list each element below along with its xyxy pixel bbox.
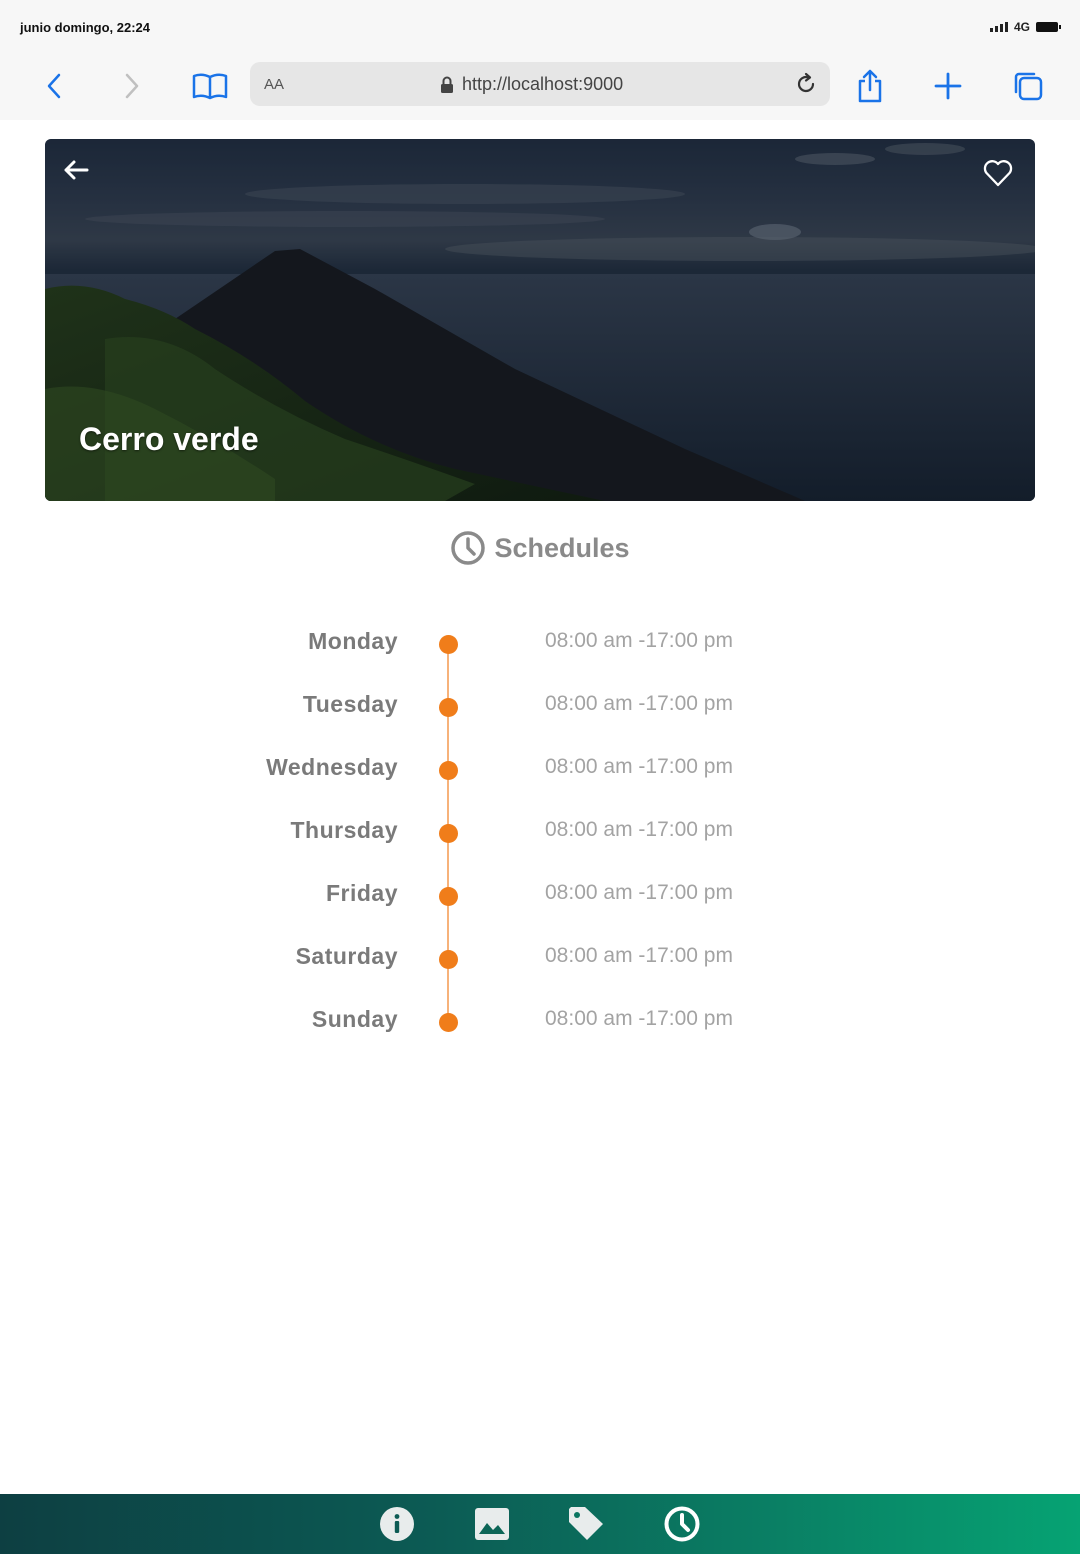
hero-image: Cerro verde [45,139,1035,501]
timeline-dot [439,761,458,780]
signal-icon [989,22,1008,32]
text-size-button[interactable]: AA [264,76,284,93]
share-button[interactable] [848,64,892,108]
timeline-dot [439,887,458,906]
heart-icon [983,160,1013,187]
nav-gallery-button[interactable] [472,1504,512,1544]
day-label: Saturday [295,943,398,969]
back-button[interactable] [32,64,76,108]
tag-icon [569,1507,603,1540]
hours-label: 08:00 am -17:00 pm [545,881,733,904]
schedule-row-monday: Monday 08:00 am -17:00 pm [0,614,1080,677]
reload-icon [797,72,815,93]
hours-label: 08:00 am -17:00 pm [545,692,733,715]
tabs-button[interactable] [1006,64,1050,108]
nav-tags-button[interactable] [567,1504,607,1544]
status-indicators: 4G [989,20,1061,34]
battery-icon [1036,22,1061,32]
forward-button[interactable] [110,64,154,108]
info-icon [380,1507,414,1541]
bottom-nav [0,1494,1080,1554]
hours-label: 08:00 am -17:00 pm [545,818,733,841]
schedule-row-friday: Friday 08:00 am -17:00 pm [0,866,1080,929]
url-text: http://localhost:9000 [462,74,624,94]
day-label: Monday [308,628,398,654]
lock-icon [441,76,453,93]
image-icon [475,1508,509,1540]
schedule-row-thursday: Thursday 08:00 am -17:00 pm [0,803,1080,866]
status-time: junio domingo, 22:24 [20,20,151,35]
timeline-dot [439,824,458,843]
place-title: Cerro verde [79,421,259,457]
arrow-left-icon [64,160,89,180]
favorite-button[interactable] [983,159,1019,195]
day-label: Sunday [311,1006,398,1032]
day-label: Wednesday [266,754,398,780]
schedules-heading: Schedules [0,528,1080,568]
text-size-label: AA [264,76,285,93]
chevron-left-icon [47,73,61,99]
schedules-title: Schedules [494,532,630,563]
back-arrow-button[interactable] [63,159,97,193]
address-bar[interactable]: AA http://localhost:9000 [250,62,830,106]
schedule-row-sunday: Sunday 08:00 am -17:00 pm [0,992,1080,1055]
clock-icon [451,531,486,565]
network-label: 4G [1013,20,1030,34]
hours-label: 08:00 am -17:00 pm [545,629,733,652]
clock-icon [664,1506,700,1542]
share-icon [858,69,882,103]
timeline-dot [439,698,458,717]
hours-label: 08:00 am -17:00 pm [545,944,733,967]
timeline-dot [439,950,458,969]
chevron-right-icon [125,73,139,99]
timeline-dot [439,1013,458,1032]
schedule-row-tuesday: Tuesday 08:00 am -17:00 pm [0,677,1080,740]
browser-toolbar: AA http://localhost:9000 [0,56,1080,120]
hours-label: 08:00 am -17:00 pm [545,1007,733,1030]
reload-button[interactable] [790,68,822,100]
nav-info-button[interactable] [377,1504,417,1544]
day-label: Tuesday [302,691,398,717]
nav-schedule-button[interactable] [662,1504,702,1544]
timeline-dot [439,635,458,654]
status-bar: junio domingo, 22:24 4G [0,0,1080,56]
new-tab-button[interactable] [926,64,970,108]
schedule-row-wednesday: Wednesday 08:00 am -17:00 pm [0,740,1080,803]
hours-label: 08:00 am -17:00 pm [545,755,733,778]
url-display[interactable]: http://localhost:9000 [440,74,623,95]
book-icon [192,73,228,100]
day-label: Thursday [290,817,398,843]
tabs-icon [1014,72,1043,101]
day-label: Friday [325,880,398,906]
schedule-row-saturday: Saturday 08:00 am -17:00 pm [0,929,1080,992]
bookmarks-button[interactable] [188,64,232,108]
plus-icon [934,72,962,100]
